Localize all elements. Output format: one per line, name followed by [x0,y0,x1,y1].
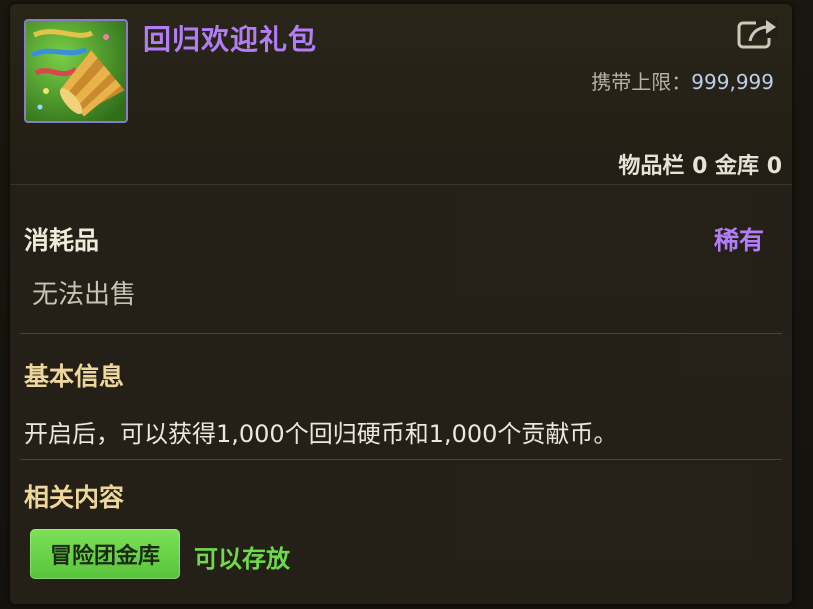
basic-info-title: 基本信息 [24,362,125,391]
related-content-title: 相关内容 [24,483,125,512]
account-storage-button[interactable]: 冒险团金库 [30,529,180,579]
storable-status: 可以存放 [194,545,290,573]
item-category: 消耗品 [24,226,100,255]
divider [20,333,782,334]
carry-limit: 携带上限：999,999 [591,66,774,95]
sell-status: 无法出售 [32,280,137,310]
item-rarity: 稀有 [713,226,764,255]
share-icon[interactable] [736,17,780,51]
carry-limit-value: 999,999 [691,70,774,94]
basic-info-description: 开启后，可以获得1,000个回归硬币和1,000个贡献币。 [24,420,618,448]
divider [20,459,782,460]
tooltip-header: 回归欢迎礼包 携带上限：999,999 物品栏 0 金库 0 [10,4,792,185]
item-tooltip: 回归欢迎礼包 携带上限：999,999 物品栏 0 金库 0 消耗品 稀有 无法… [10,4,792,604]
party-popper-icon [24,19,128,123]
item-title: 回归欢迎礼包 [143,23,318,56]
storage-count: 物品栏 0 金库 0 [618,154,782,179]
carry-limit-label: 携带上限： [591,70,692,94]
